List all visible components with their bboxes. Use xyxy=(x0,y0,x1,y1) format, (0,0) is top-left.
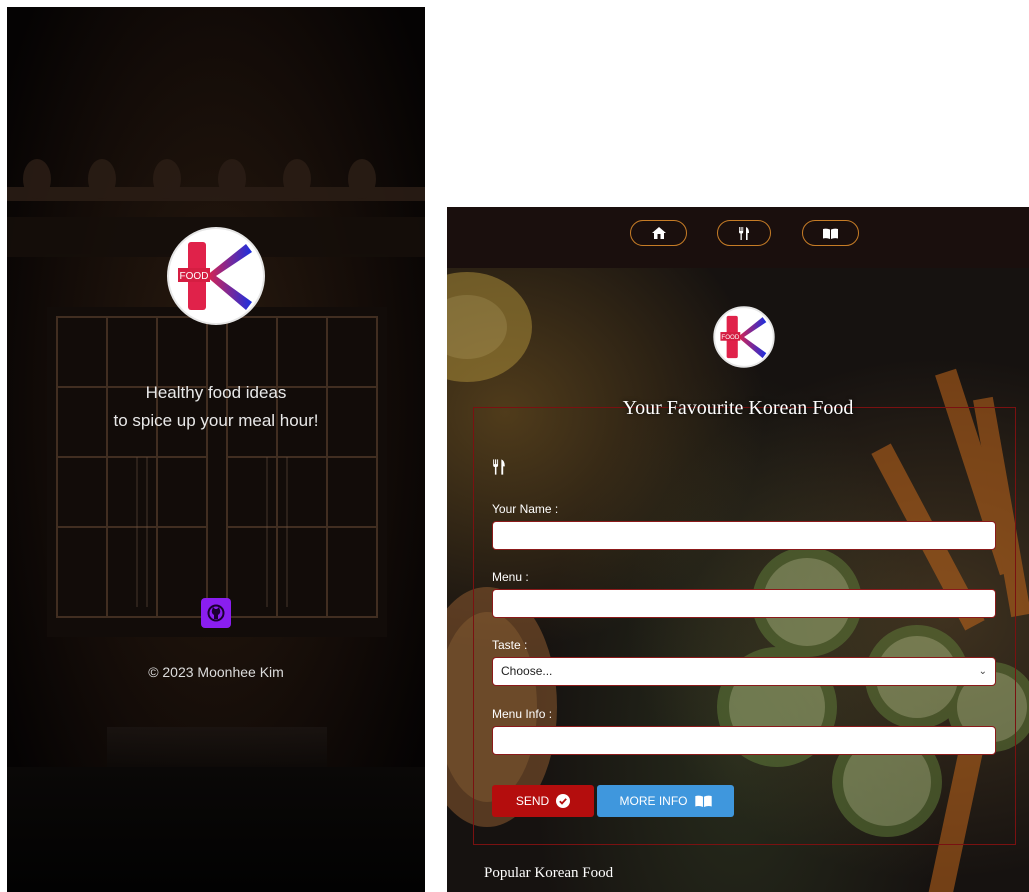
landing-screen: FOOD Healthy food ideas to spice up your… xyxy=(7,7,425,892)
bench-decoration xyxy=(107,727,327,767)
tagline-line1: Healthy food ideas xyxy=(145,383,287,402)
home-icon xyxy=(651,227,666,239)
favourite-food-form xyxy=(473,407,1016,845)
send-button[interactable]: SEND xyxy=(492,785,594,817)
more-info-button[interactable]: MORE INFO xyxy=(597,785,734,817)
github-link-button[interactable] xyxy=(201,598,231,628)
top-navbar xyxy=(447,207,1029,268)
taste-select[interactable]: Choose... ⌄ xyxy=(492,657,996,686)
more-info-button-label: MORE INFO xyxy=(619,794,688,808)
menu-label: Menu : xyxy=(492,570,529,584)
taste-label: Taste : xyxy=(492,638,528,652)
form-legend: Your Favourite Korean Food xyxy=(447,397,1029,420)
send-button-label: SEND xyxy=(515,794,550,808)
logo-text: FOOD xyxy=(180,271,209,282)
taste-selected-value: Choose... xyxy=(501,664,553,678)
nav-menu-button[interactable] xyxy=(717,220,771,246)
nav-book-button[interactable] xyxy=(802,220,859,246)
github-icon xyxy=(207,604,225,622)
name-input[interactable] xyxy=(492,521,996,550)
tagline-line2: to spice up your meal hour! xyxy=(113,411,319,430)
utensils-icon xyxy=(493,459,505,475)
chevron-down-icon: ⌄ xyxy=(978,666,987,677)
book-icon xyxy=(823,228,838,239)
form-screen: FOOD Your Favourite Korean Food Your Nam… xyxy=(447,207,1029,892)
logo-small-text: FOOD xyxy=(721,334,739,341)
k-food-logo: FOOD xyxy=(167,227,265,325)
utensils-icon xyxy=(739,226,749,240)
popular-food-heading: Popular Korean Food xyxy=(484,865,614,881)
menu-info-label: Menu Info : xyxy=(492,707,553,721)
check-circle-icon xyxy=(556,794,571,808)
form-title: Your Favourite Korean Food xyxy=(622,397,854,419)
book-icon xyxy=(694,795,712,807)
k-food-logo-small: FOOD xyxy=(713,306,775,368)
menu-info-input[interactable] xyxy=(492,726,996,755)
floor-decoration xyxy=(7,767,425,892)
wooden-door-decoration xyxy=(47,307,387,637)
nav-home-button[interactable] xyxy=(630,220,687,246)
menu-input[interactable] xyxy=(492,589,996,618)
copyright-text: © 2023 Moonhee Kim xyxy=(148,664,284,680)
name-label: Your Name : xyxy=(492,502,559,516)
